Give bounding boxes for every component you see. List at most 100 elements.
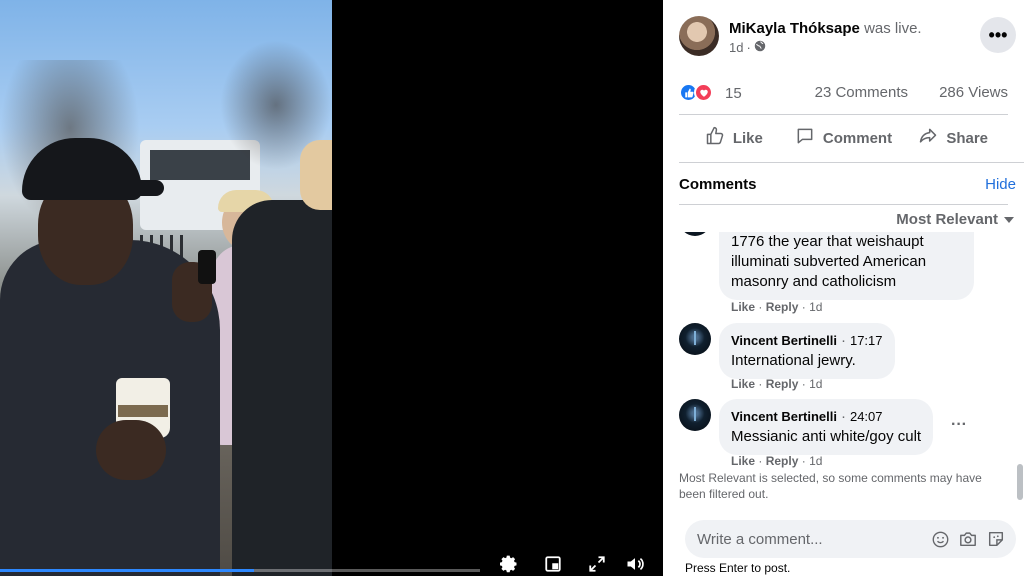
cap-brim-shape [118, 180, 164, 196]
comment-composer[interactable] [685, 520, 1016, 558]
meta-separator: · [840, 332, 846, 349]
comment-text: 1776 the year that weishaupt illuminati … [731, 233, 927, 290]
comment-more-button[interactable]: ··· [947, 413, 971, 437]
comment-reply-link[interactable]: Reply [766, 454, 799, 468]
divider [679, 204, 1008, 205]
reaction-icons[interactable] [679, 83, 713, 102]
comment-actions: Like · Reply · 1d [731, 300, 822, 314]
caret-down-icon [1004, 211, 1014, 228]
mini-player-icon[interactable] [541, 552, 565, 576]
comment-button[interactable]: Comment [789, 118, 899, 158]
action-separator: · [801, 300, 810, 314]
meta-separator: · [840, 408, 846, 425]
emoji-icon[interactable] [930, 529, 950, 549]
comment-reply-link[interactable]: Reply [766, 377, 799, 391]
share-icon [918, 126, 938, 150]
comment-bubble: Vincent Bertinelli · 24:07 Messianic anti … [719, 399, 934, 455]
commenter-avatar[interactable] [679, 232, 711, 236]
comments-header: Comments Hide [679, 174, 1016, 196]
comment-age[interactable]: 1d [809, 300, 822, 314]
hide-comments-link[interactable]: Hide [985, 176, 1016, 193]
press-enter-hint: Press Enter to post. [685, 561, 791, 575]
post-time[interactable]: 1d [729, 40, 743, 55]
progress-fill [0, 569, 255, 572]
sort-label: Most Relevant [896, 211, 998, 228]
comment-text: Messianic anti white/goy cult [731, 428, 922, 445]
thumbs-up-icon [705, 126, 725, 150]
author-name[interactable]: MiKayla Thóksape [729, 20, 860, 37]
comment-author[interactable]: Vincent Bertinelli [731, 409, 837, 424]
action-separator: · [801, 454, 810, 468]
video-controls [0, 546, 663, 576]
phone-shape [198, 250, 216, 284]
person-shape [232, 200, 332, 576]
comment-actions: Like · Reply · 1d [731, 377, 822, 391]
comment-actions: Like · Reply · 1d [731, 454, 822, 468]
author-line: MiKayla Thóksape was live. [729, 20, 922, 37]
hand-shape [96, 420, 166, 480]
video-frame [0, 0, 332, 576]
comment-bubble: 1776 the year that weishaupt illuminati … [719, 232, 974, 300]
settings-icon[interactable] [497, 552, 521, 576]
comment-item: 1776 the year that weishaupt illuminati … [679, 232, 1008, 314]
volume-icon[interactable] [623, 552, 647, 576]
meta-separator: · [746, 40, 751, 55]
comment-author[interactable]: Vincent Bertinelli [731, 333, 837, 348]
love-reaction-icon [694, 83, 713, 102]
comment-age[interactable]: 1d [809, 377, 822, 391]
avatar[interactable] [679, 16, 719, 56]
post-actions: Like Comment Share [679, 118, 1008, 158]
post-header: MiKayla Thóksape was live. 1d · ••• [679, 16, 1024, 60]
like-label: Like [732, 129, 763, 147]
comment-author-row: Vincent Bertinelli · 24:07 [731, 407, 921, 427]
comment-like-link[interactable]: Like [731, 300, 755, 314]
filter-note: Most Relevant is selected, so some comme… [679, 471, 982, 501]
comment-label: Comment [822, 129, 893, 147]
post-sidebar: MiKayla Thóksape was live. 1d · ••• 15 2… [663, 0, 1024, 576]
more-icon: ··· [951, 416, 967, 433]
comment-icon [795, 126, 815, 150]
action-separator: · [801, 377, 810, 391]
more-icon: ••• [988, 24, 1008, 45]
live-status: was live. [864, 20, 922, 37]
comment-input[interactable] [685, 520, 905, 558]
video-player[interactable] [0, 0, 663, 576]
video-letterbox [332, 0, 663, 576]
comment-reply-link[interactable]: Reply [766, 300, 799, 314]
comment-item: Vincent Bertinelli · 17:17 International j… [679, 323, 1008, 393]
camera-icon[interactable] [958, 529, 978, 549]
comment-item: Vincent Bertinelli · 24:07 Messianic anti … [679, 399, 1008, 471]
comments-list[interactable]: 1776 the year that weishaupt illuminati … [663, 232, 1024, 508]
fullscreen-icon[interactable] [585, 552, 609, 576]
scrollbar-thumb[interactable] [1017, 464, 1023, 500]
divider [679, 162, 1024, 163]
comment-bubble: Vincent Bertinelli · 17:17 International j… [719, 323, 895, 379]
progress-bar[interactable] [0, 569, 480, 572]
share-button[interactable]: Share [898, 118, 1008, 158]
comment-like-link[interactable]: Like [731, 454, 755, 468]
comments-count[interactable]: 23 Comments [815, 84, 908, 101]
views-count: 286 Views [939, 84, 1008, 101]
like-button[interactable]: Like [679, 118, 789, 158]
divider [679, 114, 1008, 115]
comment-like-link[interactable]: Like [731, 377, 755, 391]
comment-age[interactable]: 1d [809, 454, 822, 468]
sort-dropdown[interactable]: Most Relevant [896, 211, 1014, 228]
comment-timestamp[interactable]: 24:07 [850, 409, 883, 424]
comment-timestamp[interactable]: 17:17 [850, 333, 883, 348]
reactions-row: 15 23 Comments 286 Views [679, 80, 1008, 108]
post-meta: 1d · [729, 40, 766, 55]
commenter-avatar[interactable] [679, 323, 711, 355]
sticker-icon[interactable] [986, 529, 1006, 549]
reaction-count[interactable]: 15 [725, 85, 742, 102]
scrollbar[interactable] [1017, 236, 1023, 506]
comments-title: Comments [679, 176, 757, 193]
action-separator: · [758, 377, 766, 391]
hair-shape [300, 140, 332, 210]
action-separator: · [758, 300, 766, 314]
commenter-avatar[interactable] [679, 399, 711, 431]
comment-text: International jewry. [731, 352, 856, 369]
cup-sleeve-shape [118, 405, 168, 417]
share-label: Share [946, 129, 989, 147]
more-options-button[interactable]: ••• [980, 17, 1016, 53]
